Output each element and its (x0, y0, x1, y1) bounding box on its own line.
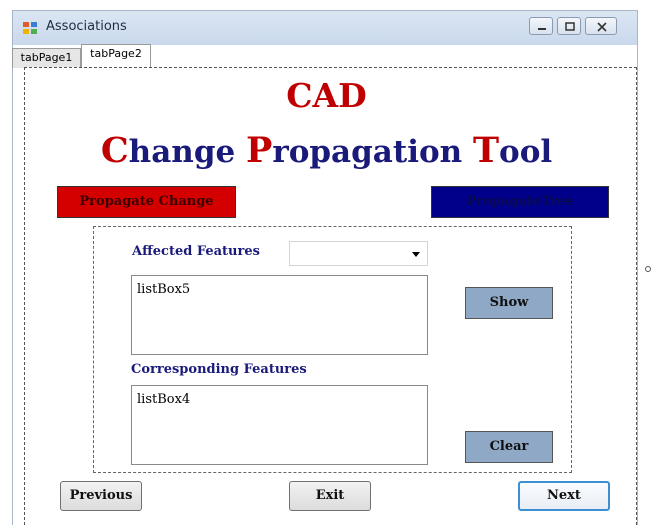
propagate-tree-button[interactable]: PropagateTree (431, 186, 609, 218)
next-button[interactable]: Next (518, 481, 610, 511)
exit-button[interactable]: Exit (289, 481, 371, 511)
tab-page1[interactable]: tabPage1 (12, 48, 81, 68)
dropdown-arrow-icon[interactable] (412, 252, 420, 257)
title-initial-c: C (100, 130, 129, 171)
affected-features-combo[interactable] (289, 241, 428, 266)
title-initial-p: P (246, 130, 273, 171)
app-icon (23, 21, 39, 35)
propagate-change-button[interactable]: Propagate Change (57, 186, 236, 218)
show-button[interactable]: Show (465, 287, 553, 319)
close-icon (597, 22, 607, 32)
corresponding-features-listbox[interactable]: listBox4 (131, 385, 428, 465)
minimize-button[interactable] (529, 17, 553, 35)
close-button[interactable] (585, 17, 617, 35)
title-bar[interactable]: Associations (13, 11, 637, 45)
window-title: Associations (46, 19, 127, 34)
tab-page2[interactable]: tabPage2 (81, 44, 151, 68)
minimize-icon (538, 28, 546, 30)
affected-features-listbox[interactable]: listBox5 (131, 275, 428, 355)
tool-title: Change Propagation Tool (0, 130, 653, 171)
title-word-hange: hange (128, 134, 247, 170)
affected-features-label: Affected Features (132, 244, 260, 259)
title-initial-t: T (473, 130, 500, 171)
previous-button[interactable]: Previous (60, 481, 142, 511)
title-word-ropagation: ropagation (272, 134, 473, 170)
title-word-ool: ool (499, 134, 553, 170)
clear-button[interactable]: Clear (465, 431, 553, 463)
corresponding-features-label: Corresponding Features (131, 362, 307, 377)
resize-grip-handle[interactable] (645, 266, 651, 272)
maximize-button[interactable] (557, 17, 581, 35)
cad-title: CAD (286, 76, 367, 115)
maximize-icon (565, 22, 575, 31)
